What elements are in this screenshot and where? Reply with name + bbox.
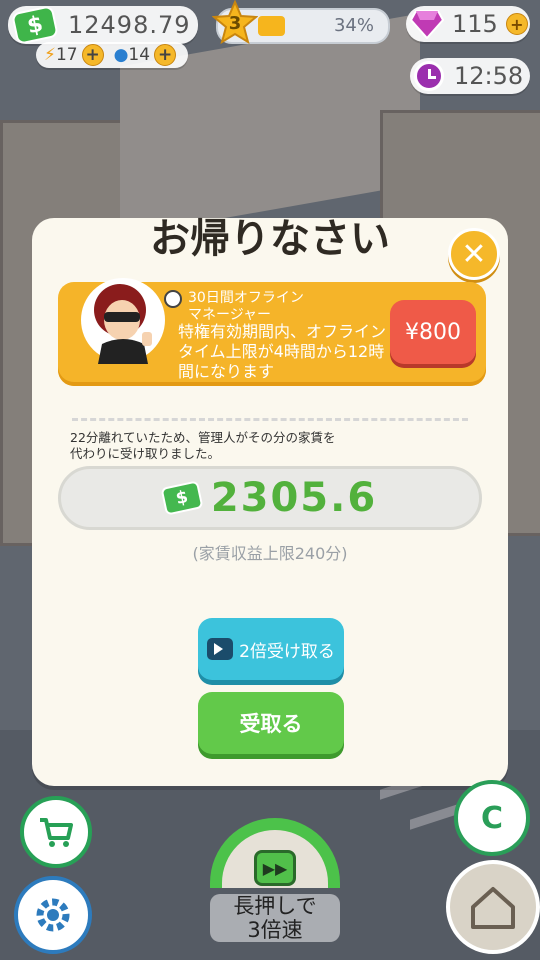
level-number: 3	[228, 12, 242, 34]
gem-icon	[410, 10, 444, 39]
gem-counter[interactable]: 115 +	[406, 6, 530, 42]
earned-amount-box: $ 2305.6	[58, 466, 482, 530]
shop-button[interactable]	[20, 796, 92, 868]
offline-info-text: 22分離れていたため、管理人がその分の家賃を 代わりに受け取りました。	[70, 430, 370, 462]
home-button[interactable]	[446, 860, 540, 954]
add-water-icon[interactable]: +	[154, 44, 177, 66]
offline-manager-promo[interactable]: 30日間オフライン マネージャー 特権有効期間内、オフラインタイム上限が4時間か…	[58, 278, 486, 386]
money-value: 12498.79	[68, 11, 191, 39]
promo-title-line1: 30日間オフライン	[188, 290, 304, 306]
rent-limit-note: (家賃収益上限240分)	[192, 544, 348, 563]
dialog-title: お帰りなさい	[150, 215, 390, 262]
timer-counter: 12:58	[410, 58, 530, 94]
energy-value: 17	[55, 45, 78, 65]
speed-up-button[interactable]: ▶▶ 長押しで 3倍速	[210, 818, 340, 946]
cloud-button[interactable]: C	[454, 780, 530, 856]
promo-description: 特権有効期間内、オフラインタイム上限が4時間から12時間になります	[178, 322, 387, 381]
clock-icon	[414, 61, 444, 91]
cash-icon: $	[160, 480, 204, 516]
cart-icon	[40, 818, 73, 847]
gem-value: 115	[452, 10, 498, 38]
offline-info-line2: 代わりに受け取りました。	[70, 446, 221, 461]
close-icon: ✕	[461, 236, 487, 272]
earned-amount: 2305.6	[210, 475, 378, 521]
double-receive-label: 2倍受け取る	[239, 641, 335, 662]
money-counter[interactable]: $ 12498.79	[8, 4, 198, 46]
clock-time: 12:58	[454, 62, 524, 90]
gear-icon	[36, 898, 70, 932]
fast-forward-icon: ▶▶	[254, 850, 296, 886]
welcome-back-dialog: お帰りなさい ✕ 30日間オフライン マネージャー 特権有効期間内、オフラインタ…	[32, 215, 508, 786]
cash-icon: $	[11, 4, 59, 46]
settings-button[interactable]	[14, 876, 92, 954]
level-star-icon: 3	[212, 0, 258, 46]
c-icon: C	[480, 800, 504, 836]
home-icon	[471, 887, 515, 929]
video-icon	[207, 638, 234, 660]
close-button[interactable]: ✕	[448, 228, 500, 280]
water-drop-icon: ●	[113, 45, 129, 65]
speed-label: 長押しで 3倍速	[210, 894, 340, 942]
level-progress-fill	[258, 16, 285, 36]
manager-avatar	[81, 278, 165, 364]
level-percent: 34%	[333, 15, 374, 36]
speed-label-line1: 長押しで	[233, 894, 317, 918]
resource-counter[interactable]: ⚡ 17 + ● 14 +	[36, 42, 188, 68]
speed-label-line2: 3倍速	[247, 918, 303, 942]
promo-title: 30日間オフライン マネージャー	[164, 290, 304, 324]
buy-manager-button[interactable]: ¥800	[390, 300, 476, 364]
water-value: 14	[128, 45, 151, 65]
dashed-divider	[72, 418, 468, 421]
double-receive-button[interactable]: 2倍受け取る	[198, 618, 344, 680]
offline-info-line1: 22分離れていたため、管理人がその分の家賃を	[70, 430, 336, 445]
stopwatch-icon	[164, 290, 182, 308]
add-energy-icon[interactable]: +	[81, 44, 104, 66]
add-gems-icon[interactable]: +	[505, 13, 528, 35]
receive-button[interactable]: 受取る	[198, 692, 344, 754]
lightning-icon: ⚡	[44, 45, 56, 65]
